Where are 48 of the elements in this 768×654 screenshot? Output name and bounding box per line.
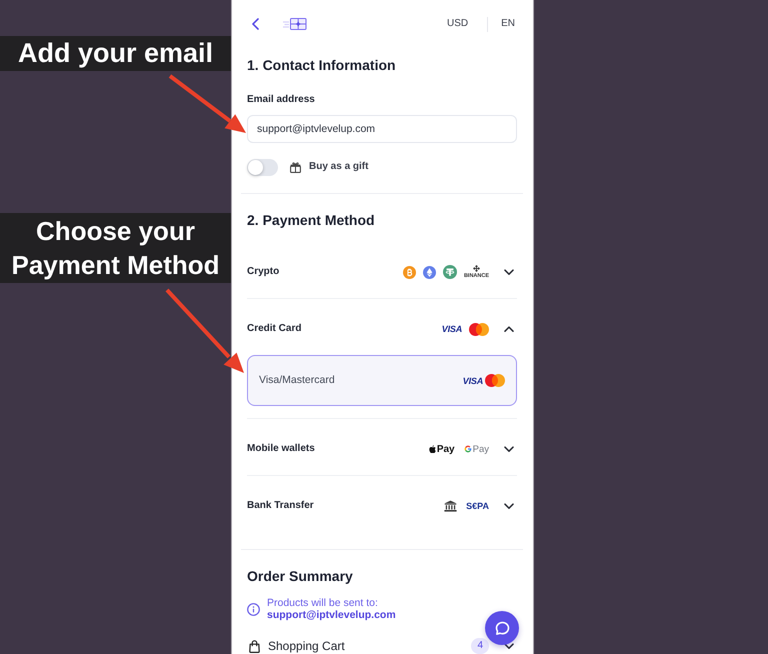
ethereum-icon [422,266,436,278]
chevron-down-icon[interactable] [504,502,514,510]
card-brand-logo: VISA [462,376,483,386]
section-title: 2. Payment Method [247,211,376,230]
gift-icon [290,162,301,172]
language-selector[interactable]: EN [501,18,515,30]
tether-icon [442,265,457,279]
annotation-label: Add your email [0,36,231,71]
notice-text: Products will be sent to: [267,597,379,609]
payment-method-title[interactable]: Crypto [247,265,280,279]
toggle-switch[interactable] [247,158,278,176]
cart-title[interactable]: Shopping Cart [268,639,345,653]
mastercard-icon [469,322,489,336]
payment-wordmark: Pay [472,444,489,454]
count-badge: 4 [471,638,489,654]
section-title: Order Summary [247,567,354,586]
bank-icon [444,500,458,512]
back-icon [252,18,259,30]
payment-method-title[interactable]: Credit Card [247,322,302,336]
info-icon [247,602,260,616]
back-button[interactable] [252,18,259,30]
recipient-email: support@iptvlevelup.com [267,609,396,621]
chat-icon [494,620,510,636]
payment-method-title[interactable]: Bank Transfer [247,499,314,513]
brand-wordmark: S€PA [466,501,489,511]
chevron-up-icon[interactable] [504,326,514,332]
binance-icon [472,265,480,272]
card-brand-logo: VISA [442,324,462,334]
gift-box-icon [283,17,307,31]
google-g-icon [464,445,472,453]
payment-option[interactable]: Visa/Mastercard VISA [247,355,517,406]
bitcoin-icon [402,266,416,278]
chevron-down-icon[interactable] [504,642,514,650]
chevron-down-icon[interactable] [504,446,514,452]
section-title: 1. Contact Information [247,56,397,75]
mastercard-icon [485,374,505,387]
field-label: Email address [247,93,316,107]
shopping-bag-icon [249,640,260,652]
toggle-label: Buy as a gift [309,161,368,173]
option-label: Visa/Mastercard [259,374,335,387]
payment-method-title[interactable]: Mobile wallets [247,442,315,456]
email-field[interactable]: support@iptvlevelup.com [247,115,517,143]
annotation-label: Choose your Payment Method [0,213,231,283]
payment-wordmark: Pay [436,444,455,454]
chat-button[interactable] [485,611,519,645]
chevron-down-icon[interactable] [504,268,514,276]
currency-selector[interactable]: USD [446,18,468,30]
apple-icon [428,444,436,454]
